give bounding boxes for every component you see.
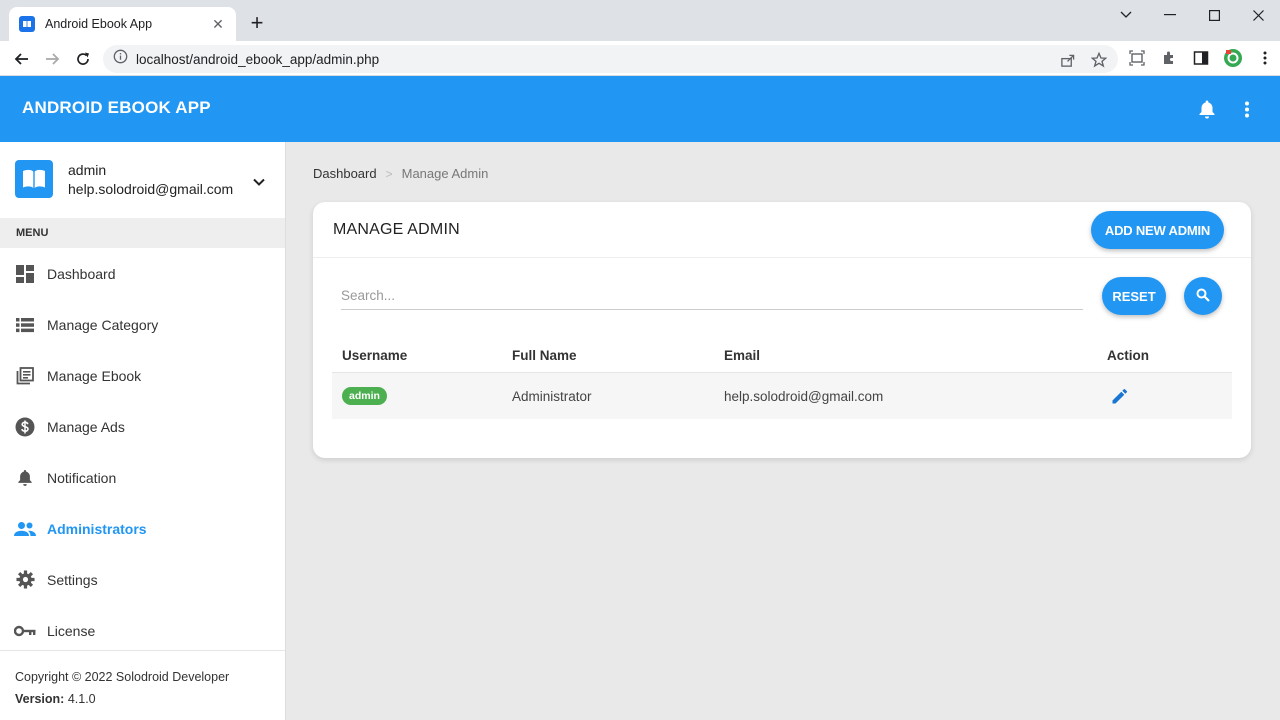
app-title[interactable]: ANDROID EBOOK APP <box>22 98 211 118</box>
dashboard-icon <box>14 263 36 285</box>
browser-tab[interactable]: Android Ebook App ✕ <box>9 7 236 41</box>
reset-button[interactable]: RESET <box>1102 277 1166 315</box>
search-button[interactable] <box>1184 277 1222 315</box>
close-window-icon[interactable] <box>1236 0 1280 30</box>
sidebar-item-manage-ebook[interactable]: Manage Ebook <box>0 350 285 401</box>
user-email: help.solodroid@gmail.com <box>68 181 234 197</box>
card-header: MANAGE ADMIN ADD NEW ADMIN <box>313 202 1251 258</box>
people-icon <box>14 518 36 540</box>
extensions-icon[interactable] <box>1158 47 1180 69</box>
manage-admin-card: MANAGE ADMIN ADD NEW ADMIN RESET Usernam… <box>313 202 1251 458</box>
sidebar-item-label: Notification <box>47 469 117 486</box>
breadcrumb-separator: > <box>385 166 393 181</box>
menu-header: MENU <box>0 218 285 248</box>
tab-title: Android Ebook App <box>45 17 153 31</box>
library-icon <box>14 365 36 387</box>
table-header: Username Full Name Email Action <box>332 338 1232 373</box>
address-bar[interactable]: localhost/android_ebook_app/admin.php <box>103 45 1118 73</box>
sidebar: admin help.solodroid@gmail.com MENU Dash… <box>0 142 286 720</box>
username-badge: admin <box>342 387 387 405</box>
version-value: 4.1.0 <box>67 692 96 706</box>
sidebar-item-license[interactable]: License <box>0 605 285 656</box>
key-icon <box>14 620 36 642</box>
cell-action <box>1097 385 1232 408</box>
star-icon[interactable] <box>1088 49 1110 71</box>
sidebar-item-label: Manage Category <box>47 316 159 333</box>
sidebar-item-settings[interactable]: Settings <box>0 554 285 605</box>
breadcrumb-dashboard-link[interactable]: Dashboard <box>313 166 377 181</box>
info-icon[interactable] <box>113 49 128 69</box>
sidebar-item-label: Dashboard <box>47 265 116 282</box>
app-header: ANDROID EBOOK APP <box>0 76 1280 142</box>
sidebar-footer: Copyright © 2022 Solodroid Developer Ver… <box>0 650 285 720</box>
version-text: Version: 4.1.0 <box>15 688 270 710</box>
reload-icon[interactable] <box>71 47 95 71</box>
sidebar-item-label: Administrators <box>47 520 147 537</box>
sidebar-menu: Dashboard Manage Category Manage Ebook M… <box>0 248 285 656</box>
version-label: Version: <box>15 692 65 706</box>
browser-tabbar: Android Ebook App ✕ + <box>0 0 1280 41</box>
more-vert-icon[interactable] <box>1235 97 1259 121</box>
browser-menu-icon[interactable] <box>1254 47 1276 69</box>
bell-icon <box>14 467 36 489</box>
sidebar-item-administrators[interactable]: Administrators <box>0 503 285 554</box>
gear-icon <box>14 569 36 591</box>
page-title: MANAGE ADMIN <box>333 221 460 238</box>
back-arrow-icon[interactable] <box>10 47 34 71</box>
table-row: admin Administrator help.solodroid@gmail… <box>332 373 1232 419</box>
breadcrumb: Dashboard > Manage Admin <box>313 166 488 181</box>
sidebar-item-label: License <box>47 622 96 639</box>
user-name: admin <box>68 162 107 178</box>
cell-username: admin <box>332 387 502 405</box>
notification-bell-icon[interactable] <box>1195 97 1219 121</box>
admin-table: Username Full Name Email Action admin Ad… <box>332 338 1232 419</box>
search-input[interactable] <box>341 282 1083 310</box>
window-controls <box>1104 0 1280 30</box>
book-avatar-icon <box>15 160 53 198</box>
breadcrumb-current: Manage Admin <box>401 166 489 181</box>
sidebar-item-manage-category[interactable]: Manage Category <box>0 299 285 350</box>
url-text: localhost/android_ebook_app/admin.php <box>136 51 380 67</box>
tab-close-icon[interactable]: ✕ <box>210 16 226 33</box>
sidebar-item-label: Manage Ads <box>47 418 125 435</box>
book-favicon-icon <box>19 16 35 32</box>
browser-toolbar: localhost/android_ebook_app/admin.php <box>0 41 1280 76</box>
forward-arrow-icon[interactable] <box>40 47 64 71</box>
minimize-icon[interactable] <box>1148 0 1192 30</box>
new-tab-button[interactable]: + <box>246 12 268 34</box>
cell-full-name: Administrator <box>512 388 592 404</box>
copyright-text: Copyright © 2022 Solodroid Developer <box>15 670 230 684</box>
add-new-admin-button[interactable]: ADD NEW ADMIN <box>1091 211 1224 249</box>
sidebar-item-dashboard[interactable]: Dashboard <box>0 248 285 299</box>
chevron-down-icon[interactable] <box>251 174 267 190</box>
profile-avatar-icon[interactable] <box>1222 47 1244 69</box>
cell-email: help.solodroid@gmail.com <box>724 388 884 404</box>
header-email: Email <box>724 347 761 363</box>
header-full-name: Full Name <box>512 347 577 363</box>
search-icon <box>1196 288 1210 305</box>
sidebar-item-manage-ads[interactable]: Manage Ads <box>0 401 285 452</box>
user-info: admin help.solodroid@gmail.com <box>0 142 285 218</box>
side-panel-icon[interactable] <box>1190 47 1212 69</box>
sidebar-item-label: Manage Ebook <box>47 367 142 384</box>
header-username: Username <box>342 347 408 363</box>
tab-search-icon[interactable] <box>1104 0 1148 30</box>
list-icon <box>14 314 36 336</box>
maximize-icon[interactable] <box>1192 0 1236 30</box>
sidebar-item-notification[interactable]: Notification <box>0 452 285 503</box>
edit-pencil-icon[interactable] <box>1109 385 1131 407</box>
sidebar-item-label: Settings <box>47 571 98 588</box>
share-icon[interactable] <box>1056 49 1078 71</box>
dollar-icon <box>14 416 36 438</box>
header-action: Action <box>1107 347 1149 363</box>
screen-capture-icon[interactable] <box>1126 47 1148 69</box>
